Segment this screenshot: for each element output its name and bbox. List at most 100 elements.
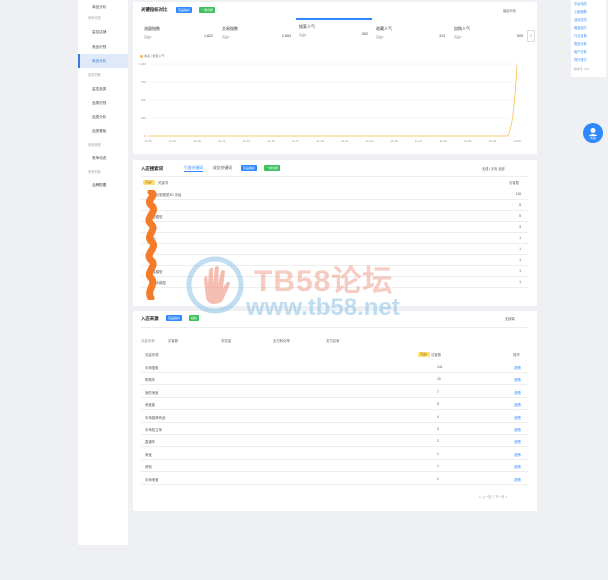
help-fab-button[interactable]: 问答 [583,123,603,143]
table-row[interactable]: 直通车 2 趋势 [141,436,529,448]
visitors-cell: 1 [519,269,521,273]
metric-card[interactable]: 交易指数 竞品1 2,683 [219,22,295,44]
series-line [148,65,518,137]
table-row[interactable]: 手淘搜索 141 趋势 [141,362,529,373]
tool-link[interactable]: 用户分析 [574,49,587,54]
tool-link[interactable]: 行业月报 [574,33,587,38]
metric-cell: 3 [437,427,439,431]
tool-link[interactable]: 类目分析 [574,41,587,46]
filter-option[interactable]: 访客数 [168,338,178,343]
table-row[interactable]: 手淘拍立淘 3 趋势 [141,424,529,435]
trend-link[interactable]: 趋势 [514,377,521,382]
trend-link[interactable]: 趋势 [514,427,521,432]
device-select[interactable]: 无线端 [505,316,515,321]
metric-label: 加购人气 [454,26,470,31]
filter-option[interactable]: 支付买家 [326,338,340,343]
x-tick-label: 12-03 [489,139,497,143]
metric-value: 982 [362,32,368,36]
metric-cell: 1 [437,476,439,481]
source-cell: 我的淘宝 [145,390,159,395]
table-row[interactable]: 手淘淘宝 1 趋势 [141,474,529,485]
competitor-metric-button[interactable]: 竞品指标 [176,7,193,13]
trend-link[interactable]: 趋势 [514,464,521,469]
filter-option[interactable]: 支付转化率 [273,338,290,343]
metric-card-selected[interactable]: 搜索人气 竞品1 982 [296,18,372,40]
x-tick-label: 11-15 [267,139,275,143]
table-row[interactable]: 购物车 15 趋势 [141,374,529,386]
sidebar-group-label: 竞争情报 [88,16,101,20]
column-header-action: 操作 [513,353,520,357]
trend-link[interactable]: 趋势 [514,365,521,370]
table-row[interactable]: 模型 5 [141,200,529,211]
tab-deal-keywords[interactable]: 成交关键词 [213,166,232,171]
trend-link[interactable]: 趋势 [514,402,521,407]
visitors-cell: 1 [519,247,521,251]
metric-sub: 竞品1 [222,35,230,39]
column-header-visitors[interactable]: 访客数 [509,180,519,185]
tab-traffic-keywords[interactable]: 引流关键词 [184,166,203,172]
pagination[interactable]: < 上一页 1 下一页 > [479,494,507,499]
sidebar-item[interactable]: 品类分析 [78,110,128,124]
table-row[interactable]: 淘宝客 5 趋势 [141,399,529,411]
trend-link[interactable]: 趋势 [514,415,521,420]
panel-title: 关键指标对比 [141,7,168,12]
metric-label: 交易指数 [222,26,238,31]
trend-link[interactable]: 趋势 [514,452,521,457]
column-header-keyword: 关键词 [158,181,169,185]
metric-card[interactable]: 加购人气 竞品1 509 [451,22,527,44]
date-range-select[interactable]: 最近30天 [503,8,516,13]
x-tick-label: 11-29 [439,139,447,143]
table-row[interactable]: 手淘推荐商品 4 趋势 [141,412,529,423]
metric-value: 509 [517,34,523,38]
sidebar-item[interactable]: 竞品识别 [78,40,128,54]
sidebar-item[interactable]: 监控店铺 [78,25,128,39]
trend-link[interactable]: 趋势 [514,390,521,395]
trend-line-chart: 1,000 750 500 250 011-05 11-07 11-09 11-11 11-13… [138,62,521,143]
visitors-cell: 1 [519,258,521,262]
tool-link[interactable]: 上新趋势 [574,9,587,14]
table-row[interactable]: 淘宝 1 趋势 [141,449,529,460]
table-row[interactable]: 手办巨型模型3D 手绘 115 [141,189,529,200]
shop-badge: 竞品1 [418,352,430,357]
device-filter[interactable]: 无线 | 手淘 全部 [482,166,505,171]
tool-link[interactable]: 平台动态 [574,1,587,6]
table-row[interactable]: 我的淘宝 7 趋势 [141,387,529,398]
diagnose-button[interactable]: 一键诊断 [199,7,216,13]
diagnose-button[interactable]: 一键诊断 [264,165,281,171]
metric-card[interactable]: 流量指数 竞品1 1,622 [141,22,217,44]
chevron-right-icon[interactable]: › [527,30,535,42]
trend-link[interactable]: 趋势 [514,477,521,482]
sidebar-item[interactable]: 品类看板 [78,124,128,138]
competitor-metric-button[interactable]: 竞品指标 [241,165,258,171]
sidebar-item[interactable]: 品牌配置 [78,178,128,192]
tool-link[interactable]: 活动日历 [574,17,587,22]
table-row[interactable]: 手办 1 [141,233,529,244]
sidebar-item-active[interactable]: 竞品分析 [78,54,128,68]
metric-card[interactable]: 收藏人气 竞品1 313 [373,22,449,44]
tool-link[interactable]: 同行排行 [574,57,587,62]
visitors-cell: 5 [519,214,521,218]
visitors-cell: 1 [519,236,521,240]
x-tick-label: 12-05 [513,139,521,143]
sidebar-item[interactable]: 竞争动态 [78,151,128,165]
x-tick-label: 11-17 [292,139,300,143]
x-tick-label: 11-13 [243,139,251,143]
sidebar-item[interactable]: 监控品类 [78,82,128,96]
column-header-metric[interactable]: 访客数 [431,352,441,357]
sidebar-item[interactable]: 品类识别 [78,96,128,110]
table-row[interactable]: 手绘 3 [141,222,529,233]
user-icon [589,128,597,136]
version-label: 版本号: v1.0 [574,67,590,71]
metric-label: 收藏人气 [376,26,392,31]
trend-link[interactable]: 趋势 [514,439,521,444]
table-row[interactable]: 其他 1 趋势 [141,461,529,473]
tool-link[interactable]: 竞品实时 [574,25,587,30]
table-row[interactable]: 巨型模型 5 [141,211,529,222]
x-tick-label: 11-27 [415,139,423,143]
y-tick-label: 750 [141,80,146,84]
filter-option[interactable]: 浏览量 [221,338,231,343]
sidebar-group-label: 营销管理 [88,143,101,147]
sidebar-item-product-analysis[interactable]: 商品分析 [78,0,128,14]
x-tick-label: 12-01 [464,139,472,143]
competitor-metric-button[interactable]: 竞品指标 [166,315,183,321]
